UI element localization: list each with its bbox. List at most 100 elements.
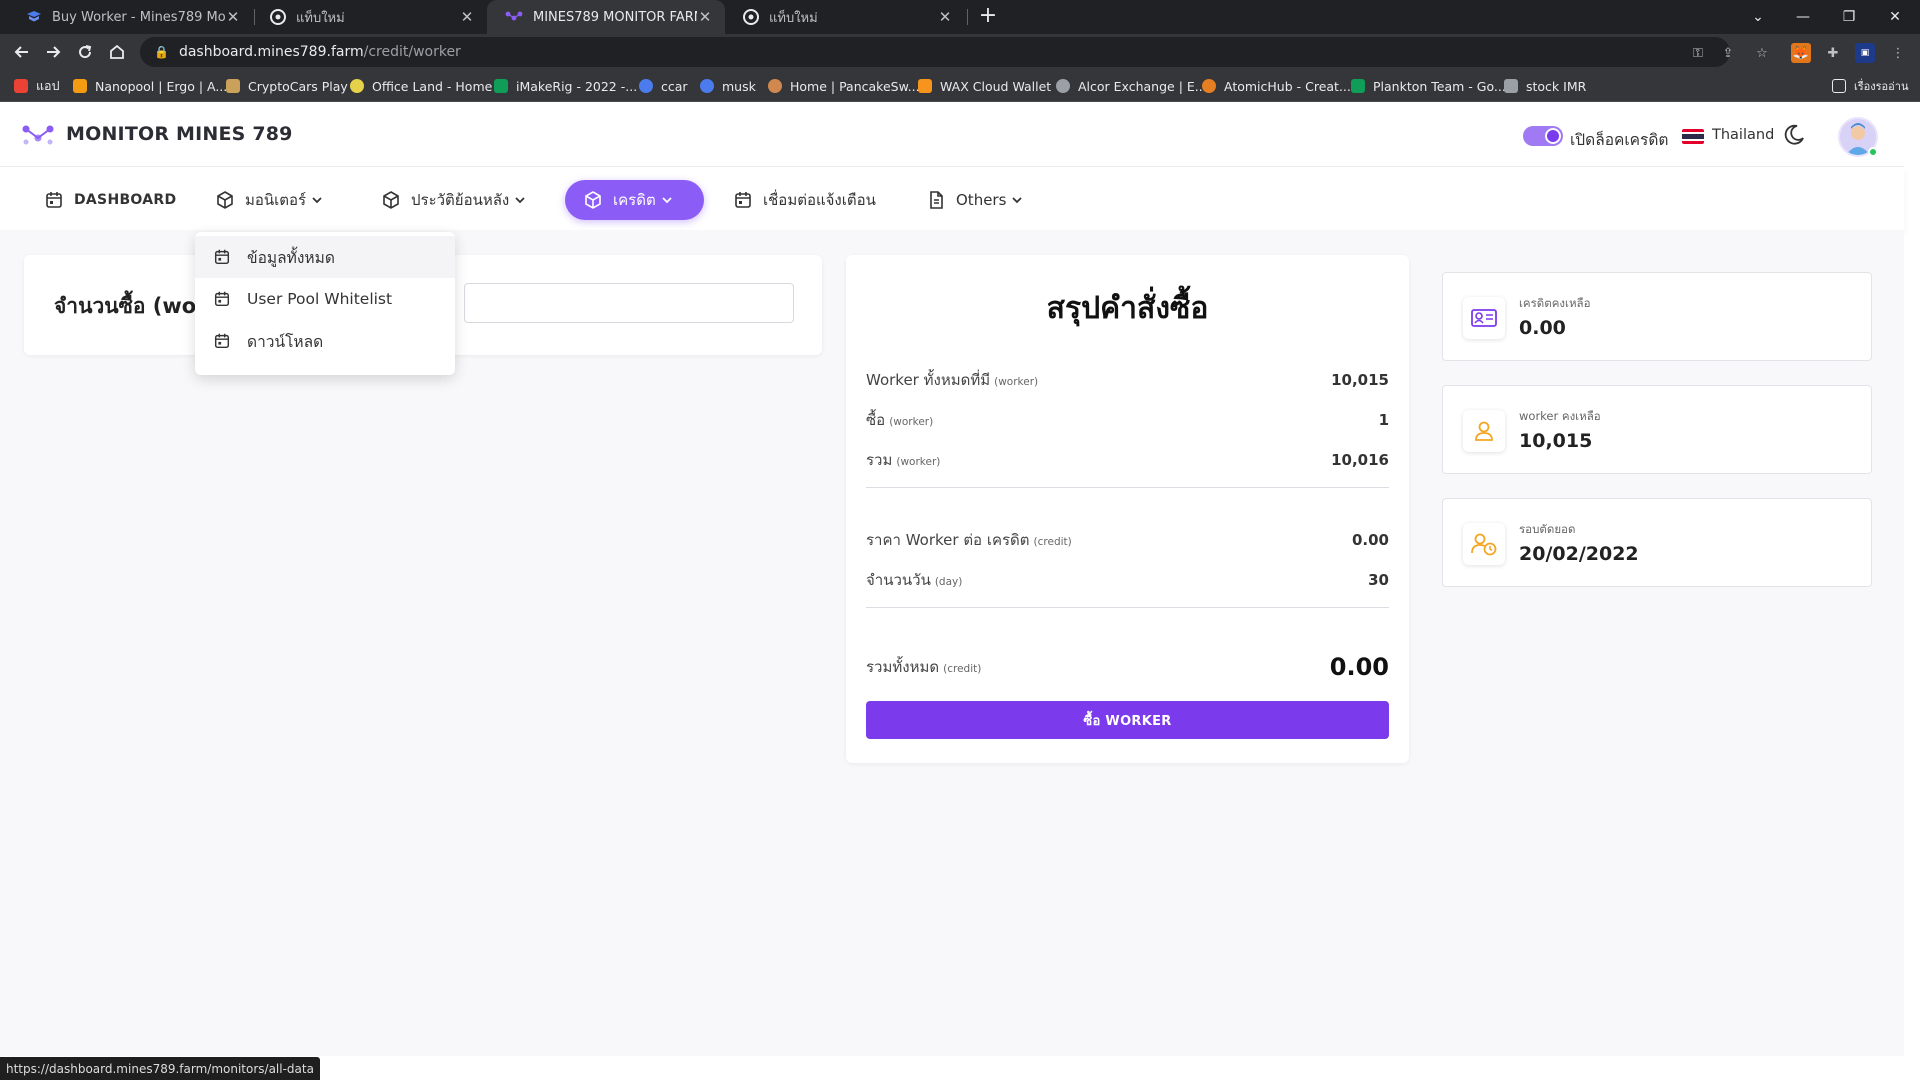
menu-item-user-pool-whitelist[interactable]: User Pool Whitelist bbox=[195, 278, 455, 320]
bookmark-item[interactable]: stock IMR bbox=[1504, 77, 1586, 95]
bookmark-item[interactable]: Office Land - Home bbox=[350, 77, 492, 95]
credit-lock-toggle[interactable] bbox=[1523, 126, 1563, 146]
sheets-icon bbox=[494, 79, 508, 93]
home-icon bbox=[110, 44, 124, 59]
bookmark-item[interactable]: WAX Cloud Wallet bbox=[918, 77, 1051, 95]
bookmark-label: Alcor Exchange | E... bbox=[1078, 78, 1207, 94]
close-window-button[interactable]: ✕ bbox=[1872, 0, 1918, 34]
menu-item-download[interactable]: ดาวน์โหลด bbox=[195, 320, 455, 362]
summary-row: จำนวนวัน (day) 30 bbox=[866, 567, 1389, 593]
bookmark-label: CryptoCars Play bbox=[248, 78, 348, 94]
key-icon[interactable]: ⚿ bbox=[1688, 43, 1708, 63]
extension-icon[interactable]: ▣ bbox=[1855, 43, 1875, 63]
stat-icon-box bbox=[1463, 297, 1505, 339]
status-bar-url: https://dashboard.mines789.farm/monitors… bbox=[0, 1057, 320, 1080]
tab-favicon-icon bbox=[27, 11, 41, 22]
share-icon[interactable]: ⇪ bbox=[1718, 43, 1738, 63]
tab-close-icon[interactable]: ✕ bbox=[225, 8, 241, 26]
tab-close-icon[interactable]: ✕ bbox=[459, 8, 475, 26]
bookmark-item[interactable]: Alcor Exchange | E... bbox=[1056, 77, 1207, 95]
summary-row-unit: (worker) bbox=[994, 376, 1039, 388]
bookmark-label: stock IMR bbox=[1526, 78, 1587, 94]
bookmark-item[interactable]: AtomicHub - Creat... bbox=[1202, 77, 1351, 95]
tab-close-icon[interactable]: ✕ bbox=[937, 8, 953, 26]
reload-button[interactable] bbox=[72, 39, 98, 65]
summary-row: ซื้อ (worker) 1 bbox=[866, 407, 1389, 433]
online-status-dot bbox=[1868, 147, 1878, 157]
summary-row-label: ราคา Worker ต่อ เครดิต bbox=[866, 531, 1030, 549]
browser-tab-active[interactable]: MINES789 MONITOR FARM - As ✕ bbox=[487, 0, 725, 34]
menu-item-label: User Pool Whitelist bbox=[247, 290, 393, 308]
browser-tab[interactable]: แท็บใหม่ ✕ bbox=[252, 0, 487, 34]
summary-row: รวม (worker) 10,016 bbox=[866, 447, 1389, 473]
stat-caption: รอบตัดยอด bbox=[1519, 522, 1576, 536]
calendar-icon bbox=[214, 333, 230, 349]
nav-monitor[interactable]: มอนิเตอร์ bbox=[215, 180, 322, 220]
metamask-extension-icon[interactable]: 🦊 bbox=[1791, 43, 1811, 63]
tab-search-icon[interactable]: ⌄ bbox=[1735, 0, 1781, 34]
address-bar[interactable]: 🔒 dashboard.mines789.farm/credit/worker bbox=[140, 37, 1730, 67]
tab-title: แท็บใหม่ bbox=[769, 10, 818, 26]
bookmark-label: WAX Cloud Wallet bbox=[940, 78, 1052, 94]
nav-credit[interactable]: เครดิต bbox=[565, 180, 704, 220]
arrow-left-icon bbox=[14, 46, 28, 58]
cube-icon bbox=[585, 191, 601, 209]
wax-icon bbox=[918, 79, 932, 93]
bookmark-label: Home | PancakeSw... bbox=[790, 78, 920, 94]
url-host: dashboard.mines789.farm bbox=[178, 44, 364, 60]
nav-credit-label: เครดิต bbox=[613, 191, 656, 209]
bookmark-item[interactable]: Home | PancakeSw... bbox=[768, 77, 920, 95]
officeland-icon bbox=[350, 79, 364, 93]
bookmark-item[interactable]: iMakeRig - 2022 -... bbox=[494, 77, 637, 95]
back-button[interactable] bbox=[9, 39, 35, 65]
browser-tab[interactable]: Buy Worker - Mines789 Monitor ✕ bbox=[8, 0, 253, 34]
bookmark-item[interactable]: ccar bbox=[639, 77, 688, 95]
bookmark-item[interactable]: CryptoCars Play bbox=[226, 77, 348, 95]
nav-others[interactable]: Others bbox=[926, 180, 1023, 220]
language-selector[interactable]: Thailand bbox=[1712, 127, 1774, 143]
stat-icon-box bbox=[1463, 410, 1505, 452]
bookmark-star-icon[interactable]: ☆ bbox=[1752, 43, 1772, 63]
stat-card-credit: เครดิตคงเหลือ 0.00 bbox=[1442, 272, 1872, 361]
tab-title: แท็บใหม่ bbox=[296, 10, 345, 26]
bookmark-item[interactable]: Nanopool | Ergo | A... bbox=[73, 77, 227, 95]
bookmark-label: Nanopool | Ergo | A... bbox=[95, 78, 228, 94]
forward-button[interactable] bbox=[40, 39, 66, 65]
chevron-down-icon bbox=[312, 197, 322, 204]
reading-list-button[interactable]: เรื่องรออ่าน bbox=[1832, 77, 1908, 95]
reading-list-label: เรื่องรออ่าน bbox=[1854, 80, 1909, 93]
new-tab-button[interactable]: + bbox=[975, 4, 1001, 30]
home-button[interactable] bbox=[104, 39, 130, 65]
minimize-button[interactable]: — bbox=[1780, 0, 1826, 34]
dark-mode-moon-icon[interactable] bbox=[1782, 123, 1806, 147]
stat-value: 10,015 bbox=[1519, 430, 1593, 452]
nav-history[interactable]: ประวัติย้อนหลัง bbox=[381, 180, 525, 220]
document-icon bbox=[930, 191, 943, 209]
calendar-icon bbox=[735, 192, 751, 208]
menu-kebab-icon[interactable]: ⋮ bbox=[1888, 43, 1908, 63]
tab-close-icon[interactable]: ✕ bbox=[697, 8, 713, 26]
extensions-puzzle-icon[interactable]: ✚ bbox=[1823, 43, 1843, 63]
bookmark-apps[interactable]: แอป bbox=[14, 77, 60, 95]
bookmark-item[interactable]: Plankton Team - Go... bbox=[1351, 77, 1506, 95]
buy-amount-input[interactable] bbox=[464, 283, 794, 323]
tab-separator bbox=[967, 9, 968, 25]
nav-notify[interactable]: เชื่อมต่อแจ้งเตือน bbox=[733, 180, 876, 220]
nav-dashboard[interactable]: DASHBOARD bbox=[44, 180, 176, 220]
browser-tab-strip: Buy Worker - Mines789 Monitor ✕ แท็บใหม่… bbox=[0, 0, 1920, 34]
lock-icon: 🔒 bbox=[154, 45, 169, 59]
buy-worker-button[interactable]: ซื้อ WORKER bbox=[866, 701, 1389, 739]
bookmark-item[interactable]: musk bbox=[700, 77, 756, 95]
brand-title: MONITOR MINES 789 bbox=[66, 123, 293, 145]
calendar-icon bbox=[214, 291, 230, 307]
menu-item-all-data[interactable]: ข้อมูลทั้งหมด bbox=[195, 236, 455, 278]
browser-tab[interactable]: แท็บใหม่ ✕ bbox=[725, 0, 965, 34]
summary-total-value: 0.00 bbox=[1329, 653, 1389, 681]
summary-row-value: 30 bbox=[1368, 571, 1389, 589]
reading-list-icon bbox=[1832, 79, 1846, 93]
summary-row-label: รวม bbox=[866, 451, 893, 469]
restore-button[interactable]: ❐ bbox=[1826, 0, 1872, 34]
calendar-icon bbox=[46, 192, 62, 208]
bookmark-label: AtomicHub - Creat... bbox=[1224, 78, 1351, 94]
tab-title: MINES789 MONITOR FARM - As bbox=[533, 9, 697, 25]
